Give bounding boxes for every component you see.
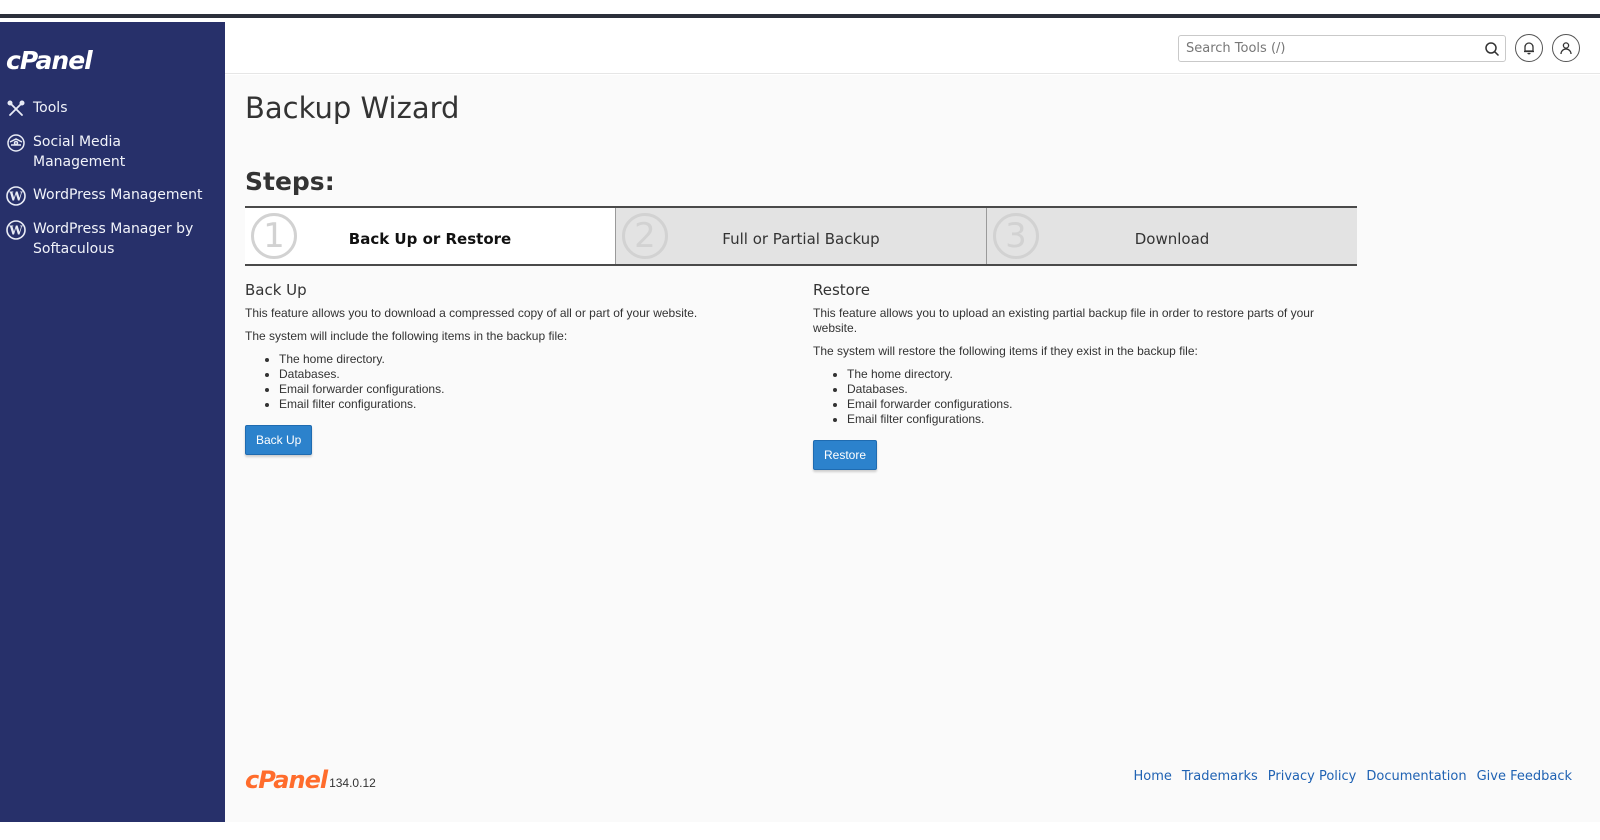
backup-section: Back Up This feature allows you to downl… [245,281,775,455]
backup-heading: Back Up [245,281,307,299]
backup-items-list: The home directory. Databases. Email for… [279,352,775,412]
wordpress-icon: W [6,220,26,240]
search-box [1178,35,1506,62]
step-download[interactable]: 3 Download [986,208,1357,264]
step-label: Download [1134,230,1210,248]
sidebar-nav: Tools Social Media Management W WordPres… [0,98,225,272]
sidebar-item-label: WordPress Manager by Softaculous [33,221,194,257]
version-number: 134.0.12 [329,776,376,790]
footer-link-home[interactable]: Home [1133,769,1171,784]
list-item: Email forwarder configurations. [279,382,775,397]
wizard-steps: 1 Back Up or Restore 2 Full or Partial B… [245,206,1357,266]
sidebar-item-label: WordPress Management [33,187,203,203]
sidebar: cPanel Tools Social Media Management W W… [0,22,225,822]
cpanel-logo[interactable]: cPanel [6,46,93,75]
list-item: The home directory. [847,367,1343,382]
footer-link-documentation[interactable]: Documentation [1366,769,1466,784]
step-label: Full or Partial Backup [722,230,880,248]
step-label: Back Up or Restore [348,230,512,248]
list-item: The home directory. [279,352,775,367]
svg-text:W: W [8,190,23,204]
footer-branding: cPanel 134.0.12 [245,767,376,793]
social-media-icon [7,134,25,152]
main-content: Backup Wizard Steps: 1 Back Up or Restor… [225,75,1600,822]
user-icon [1560,42,1572,55]
page-title: Backup Wizard [245,91,460,125]
sidebar-item-wordpress-management[interactable]: W WordPress Management [0,185,225,206]
sidebar-item-social-media[interactable]: Social Media Management [0,132,225,172]
list-item: Email filter configurations. [279,397,775,412]
step-number: 2 [622,213,668,259]
search-icon[interactable] [1484,41,1500,57]
restore-items-list: The home directory. Databases. Email for… [847,367,1343,427]
top-header [225,22,1600,74]
back-up-button[interactable]: Back Up [245,425,313,455]
svg-text:W: W [8,224,23,238]
step-number: 3 [993,213,1039,259]
restore-heading: Restore [813,281,870,299]
footer-cpanel-logo[interactable]: cPanel [245,767,328,793]
step-back-up-or-restore[interactable]: 1 Back Up or Restore [245,208,615,264]
list-item: Email forwarder configurations. [847,397,1343,412]
backup-list-intro: The system will include the following it… [245,329,568,343]
sidebar-item-tools[interactable]: Tools [0,98,225,119]
user-menu-button[interactable] [1552,34,1580,62]
notifications-button[interactable] [1515,34,1543,62]
restore-section: Restore This feature allows you to uploa… [813,281,1343,470]
restore-description: This feature allows you to upload an exi… [813,306,1314,335]
step-full-or-partial-backup[interactable]: 2 Full or Partial Backup [615,208,986,264]
footer-link-give-feedback[interactable]: Give Feedback [1477,769,1572,784]
restore-list-intro: The system will restore the following it… [813,344,1198,358]
footer-links: Home Trademarks Privacy Policy Documenta… [1123,769,1572,784]
restore-button[interactable]: Restore [813,440,878,470]
list-item: Email filter configurations. [847,412,1343,427]
bottom-border [0,822,1600,840]
list-item: Databases. [279,367,775,382]
bell-icon [1524,42,1534,55]
backup-description: This feature allows you to download a co… [245,306,698,320]
sidebar-item-wordpress-softaculous[interactable]: W WordPress Manager by Softaculous [0,219,225,259]
list-item: Databases. [847,382,1343,397]
sidebar-item-label: Social Media Management [33,134,126,170]
footer-link-trademarks[interactable]: Trademarks [1182,769,1258,784]
tools-icon [7,100,25,116]
top-border [0,0,1600,18]
wordpress-icon: W [6,186,26,206]
footer-link-privacy-policy[interactable]: Privacy Policy [1268,769,1357,784]
step-number: 1 [251,213,297,259]
steps-heading: Steps: [245,167,335,196]
sidebar-item-label: Tools [33,100,68,116]
search-input[interactable] [1179,36,1475,61]
